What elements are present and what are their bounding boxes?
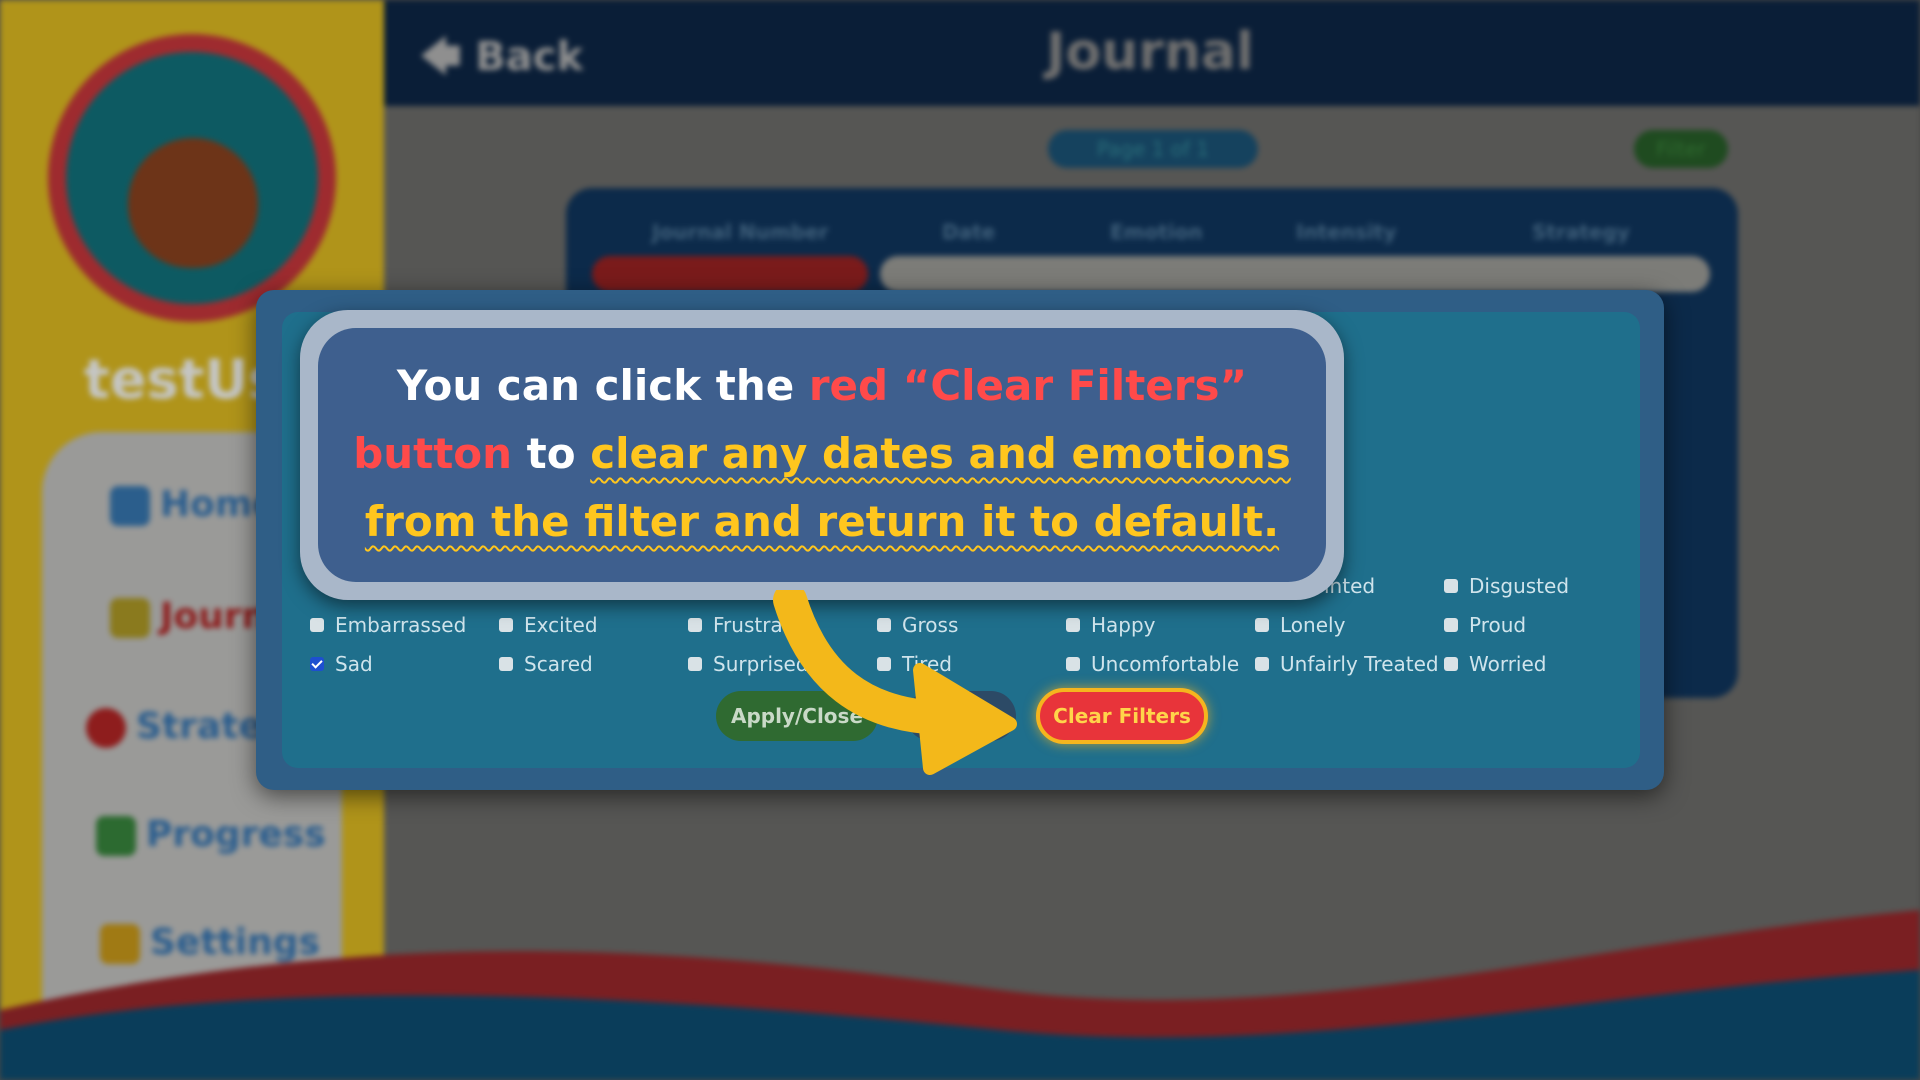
sidebar-item-home[interactable]: Home <box>110 484 277 526</box>
emotion-checkbox[interactable] <box>1255 618 1269 632</box>
emotion-option[interactable]: Worried <box>1444 652 1547 676</box>
emotion-option[interactable]: Scared <box>499 652 593 676</box>
emotion-option[interactable]: Lonely <box>1255 613 1345 637</box>
emotion-checkbox[interactable] <box>688 618 702 632</box>
emotion-label: Lonely <box>1280 613 1346 637</box>
column-header: Strategy <box>1532 220 1630 244</box>
page-title: Journal <box>1046 22 1254 82</box>
emotion-option[interactable]: Sad <box>310 652 373 676</box>
column-header: Intensity <box>1296 220 1397 244</box>
emotion-label: Unfairly Treated <box>1280 652 1439 676</box>
back-button[interactable]: 🡄 Back <box>420 28 583 96</box>
emotion-option[interactable]: Proud <box>1444 613 1526 637</box>
emotion-checkbox[interactable] <box>1255 657 1269 671</box>
clear-filters-button[interactable]: Clear Filters <box>1036 688 1208 744</box>
emotion-checkbox[interactable] <box>310 657 324 671</box>
emotion-option[interactable]: Excited <box>499 613 598 637</box>
emotion-label: Happy <box>1091 613 1156 637</box>
emotion-checkbox[interactable] <box>499 657 513 671</box>
deer-icon <box>128 138 258 268</box>
emotion-label: Uncomfortable <box>1091 652 1240 676</box>
callout-text-plain: You can click the <box>396 361 809 410</box>
emotion-label: Embarrassed <box>335 613 467 637</box>
emotion-label: Worried <box>1469 652 1547 676</box>
emotion-option[interactable]: Embarrassed <box>310 613 466 637</box>
filter-button[interactable]: Filter <box>1634 130 1728 168</box>
chart-icon <box>96 816 136 856</box>
emotion-option[interactable]: Disgusted <box>1444 574 1569 598</box>
emotion-checkbox[interactable] <box>310 618 324 632</box>
callout-text-plain: to <box>512 429 591 478</box>
emotion-label: Excited <box>524 613 598 637</box>
emotion-checkbox[interactable] <box>688 657 702 671</box>
emotion-option[interactable]: Unfairly Treated <box>1255 652 1439 676</box>
emotion-option[interactable]: Uncomfortable <box>1066 652 1239 676</box>
bottom-wave-decoration <box>0 910 1920 1080</box>
pencil-icon <box>110 598 150 638</box>
column-header: Date <box>942 220 996 244</box>
column-header: Journal Number <box>652 220 829 244</box>
emotion-checkbox[interactable] <box>499 618 513 632</box>
journal-number-cell[interactable] <box>592 256 868 292</box>
column-header: Emotion <box>1110 220 1203 244</box>
emotion-checkbox[interactable] <box>1444 657 1458 671</box>
emotion-label: Proud <box>1469 613 1527 637</box>
sidebar-item-progress[interactable]: Progress <box>96 814 326 856</box>
emotion-checkbox[interactable] <box>1444 618 1458 632</box>
home-icon <box>110 486 150 526</box>
pointer-arrow-icon <box>773 590 1017 775</box>
tutorial-text: You can click the red “Clear Filters” bu… <box>330 352 1314 556</box>
lightbulb-icon <box>86 708 126 748</box>
emotion-checkbox[interactable] <box>1066 618 1080 632</box>
emotion-checkbox[interactable] <box>1066 657 1080 671</box>
sidebar-item-label: Progress <box>146 814 326 855</box>
emotion-label: Scared <box>524 652 593 676</box>
table-row[interactable] <box>880 256 1710 292</box>
emotion-label: Disgusted <box>1469 574 1570 598</box>
emotion-option[interactable]: Happy <box>1066 613 1156 637</box>
pagination[interactable]: Page 1 of 1 <box>1048 130 1258 168</box>
emotion-checkbox[interactable] <box>1444 579 1458 593</box>
emotion-label: Sad <box>335 652 373 676</box>
back-arrow-icon: 🡄 <box>420 34 462 80</box>
back-label: Back <box>475 34 584 80</box>
